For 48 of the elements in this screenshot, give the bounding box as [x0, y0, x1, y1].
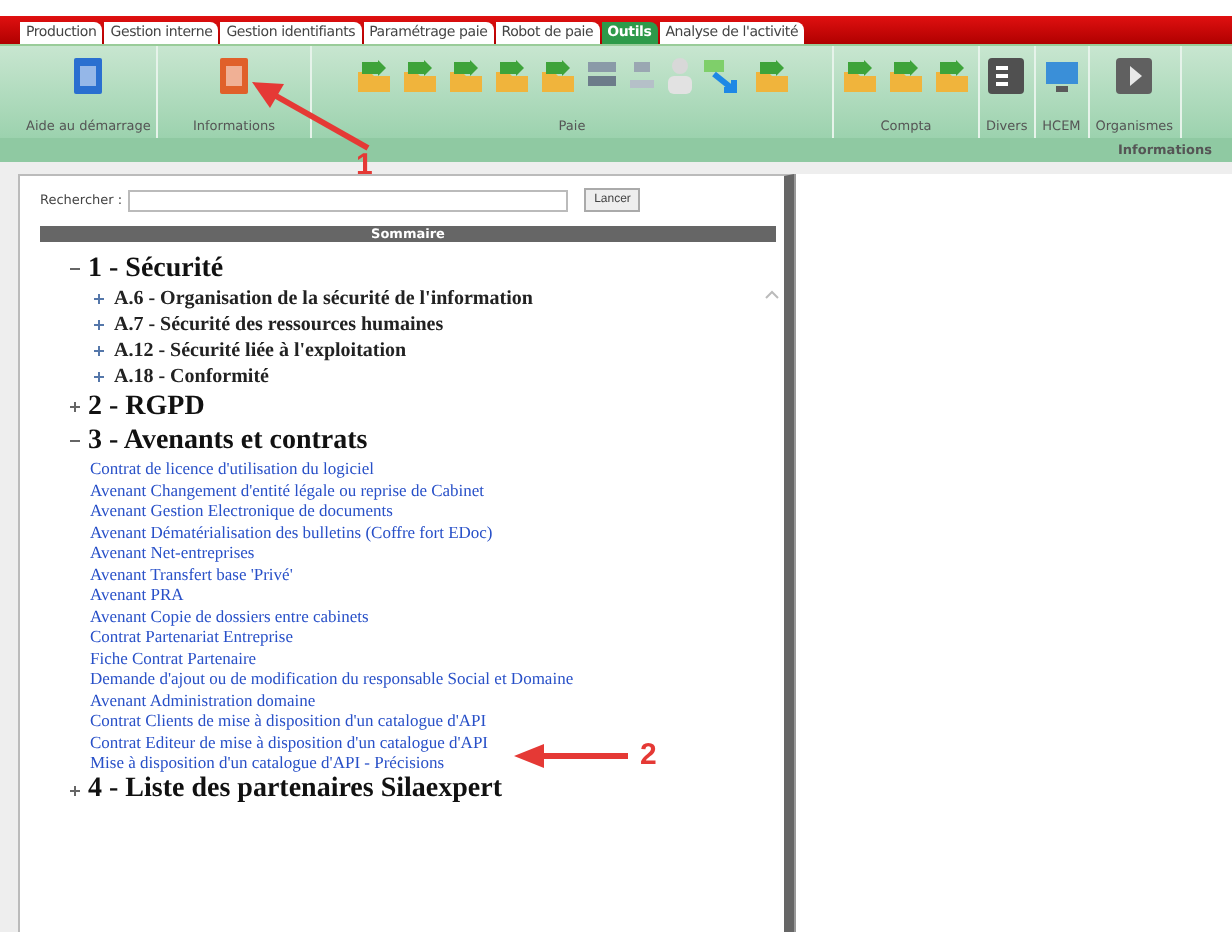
section-title[interactable]: 1 - Sécurité: [88, 253, 224, 285]
document-link[interactable]: Mise à disposition d'un catalogue d'API - Précisions: [90, 752, 445, 773]
document-link[interactable]: Fiche Contrat Partenaire: [90, 647, 257, 668]
section-title[interactable]: 3 - Avenants et contrats: [88, 425, 368, 457]
annotation-arrow: [512, 742, 632, 770]
folder-arrow-icon[interactable]: [353, 58, 393, 94]
expand-icon[interactable]: [94, 372, 104, 382]
subsection-title[interactable]: A.6 - Organisation de la sécurité de l'information: [114, 288, 533, 310]
folder-arrow-icon[interactable]: [445, 58, 485, 94]
folder-arrow-icon[interactable]: [491, 58, 531, 94]
document-link[interactable]: Contrat de licence d'utilisation du logiciel: [90, 458, 374, 479]
play-icon[interactable]: [1114, 56, 1155, 96]
folder-arrow-icon[interactable]: [751, 58, 791, 94]
search-field[interactable]: [128, 189, 569, 211]
document-link[interactable]: Avenant Copie de dossiers entre cabinets: [90, 605, 369, 626]
document-link[interactable]: Avenant Administration domaine: [90, 689, 316, 710]
document-link[interactable]: Avenant Gestion Electronique de documents: [90, 500, 393, 521]
document-link[interactable]: Avenant Net-entreprises: [90, 542, 255, 563]
info-book-icon[interactable]: [218, 56, 250, 96]
document-link[interactable]: Avenant PRA: [90, 584, 184, 605]
folder-arrow-icon[interactable]: [840, 58, 880, 94]
folder-arrow-icon[interactable]: [886, 58, 926, 94]
expand-icon[interactable]: [94, 346, 104, 356]
document-link[interactable]: Demande d'ajout ou de modification du responsable Social et Domaine: [90, 668, 574, 689]
document-link[interactable]: Contrat Clients de mise à disposition d'un catalogue d'API: [90, 710, 487, 731]
folder-arrow-icon[interactable]: [537, 58, 577, 94]
section-title[interactable]: 4 - Liste des partenaires Silaexpert: [88, 774, 502, 806]
subsection-title[interactable]: A.12 - Sécurité liée à l'exploitation: [114, 340, 407, 362]
annotation-number: 1: [356, 148, 373, 182]
document-link[interactable]: Contrat Editeur de mise à disposition d'un catalogue d'API: [90, 731, 488, 752]
network-icon[interactable]: [625, 58, 657, 94]
monitor-icon[interactable]: [1041, 56, 1082, 96]
scroll-up-icon[interactable]: [764, 288, 780, 300]
folder-arrow-icon[interactable]: [399, 58, 439, 94]
expand-icon[interactable]: [94, 294, 104, 304]
document-link[interactable]: Contrat Partenariat Entreprise: [90, 626, 293, 647]
document-link[interactable]: Avenant Changement d'entité légale ou reprise de Cabinet: [90, 479, 485, 500]
folder-arrow-icon[interactable]: [932, 58, 972, 94]
subsection-title[interactable]: A.7 - Sécurité des ressources humaines: [114, 314, 444, 336]
expand-icon[interactable]: [94, 320, 104, 330]
toggle-icon[interactable]: [70, 402, 80, 412]
toggle-icon[interactable]: [70, 785, 80, 795]
help-book-icon[interactable]: [72, 56, 104, 96]
document-link[interactable]: Avenant Dématérialisation des bulletins (Coffre fort EDoc): [90, 521, 493, 542]
subsection-title[interactable]: A.18 - Conformité: [114, 366, 269, 388]
document-link[interactable]: Avenant Transfert base 'Privé': [90, 563, 293, 584]
annotation-number: 2: [640, 738, 657, 772]
section-title[interactable]: 2 - RGPD: [88, 391, 205, 423]
